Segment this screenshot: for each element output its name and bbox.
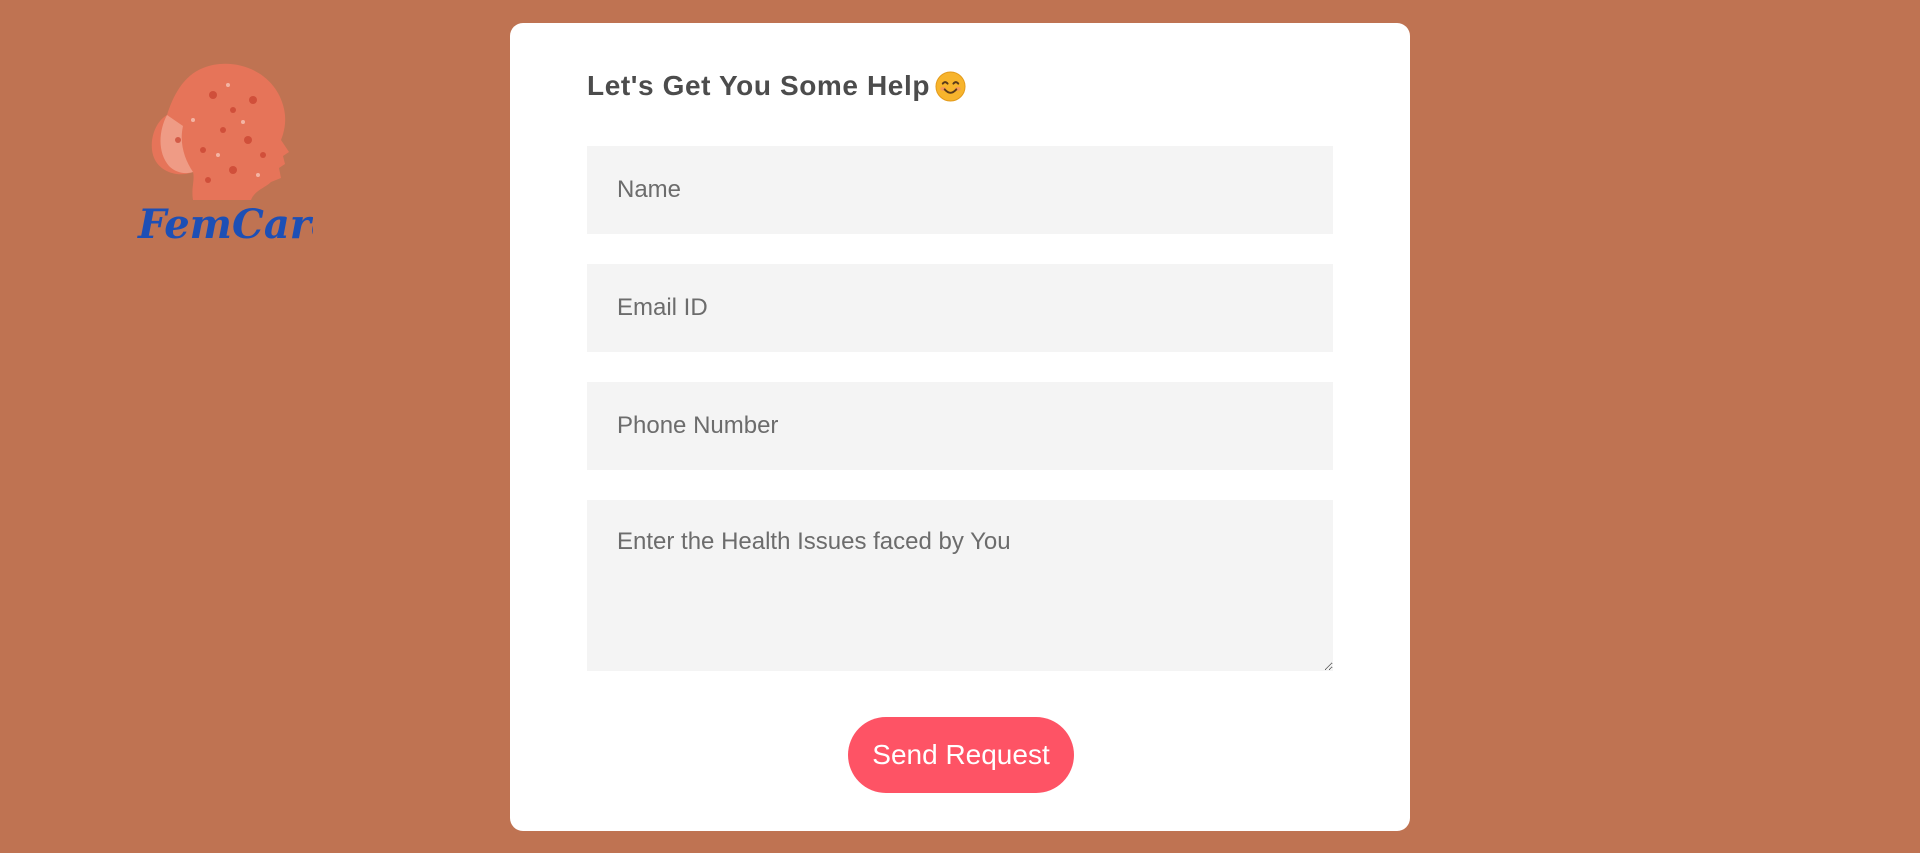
help-request-card: Let's Get You Some Help Send Request: [510, 23, 1410, 831]
email-input[interactable]: [587, 264, 1333, 352]
health-issues-textarea[interactable]: [587, 500, 1333, 671]
logo-text: FemCare: [137, 201, 313, 248]
femcare-logo: FemCare: [133, 60, 313, 250]
send-request-button[interactable]: Send Request: [848, 717, 1074, 793]
form-title-text: Let's Get You Some Help: [587, 70, 931, 101]
woman-head-profile-logo-icon: FemCare: [137, 63, 313, 248]
form-title: Let's Get You Some Help: [587, 63, 966, 109]
smiling-face-icon: [935, 70, 966, 102]
phone-input[interactable]: [587, 382, 1333, 470]
name-input[interactable]: [587, 146, 1333, 234]
